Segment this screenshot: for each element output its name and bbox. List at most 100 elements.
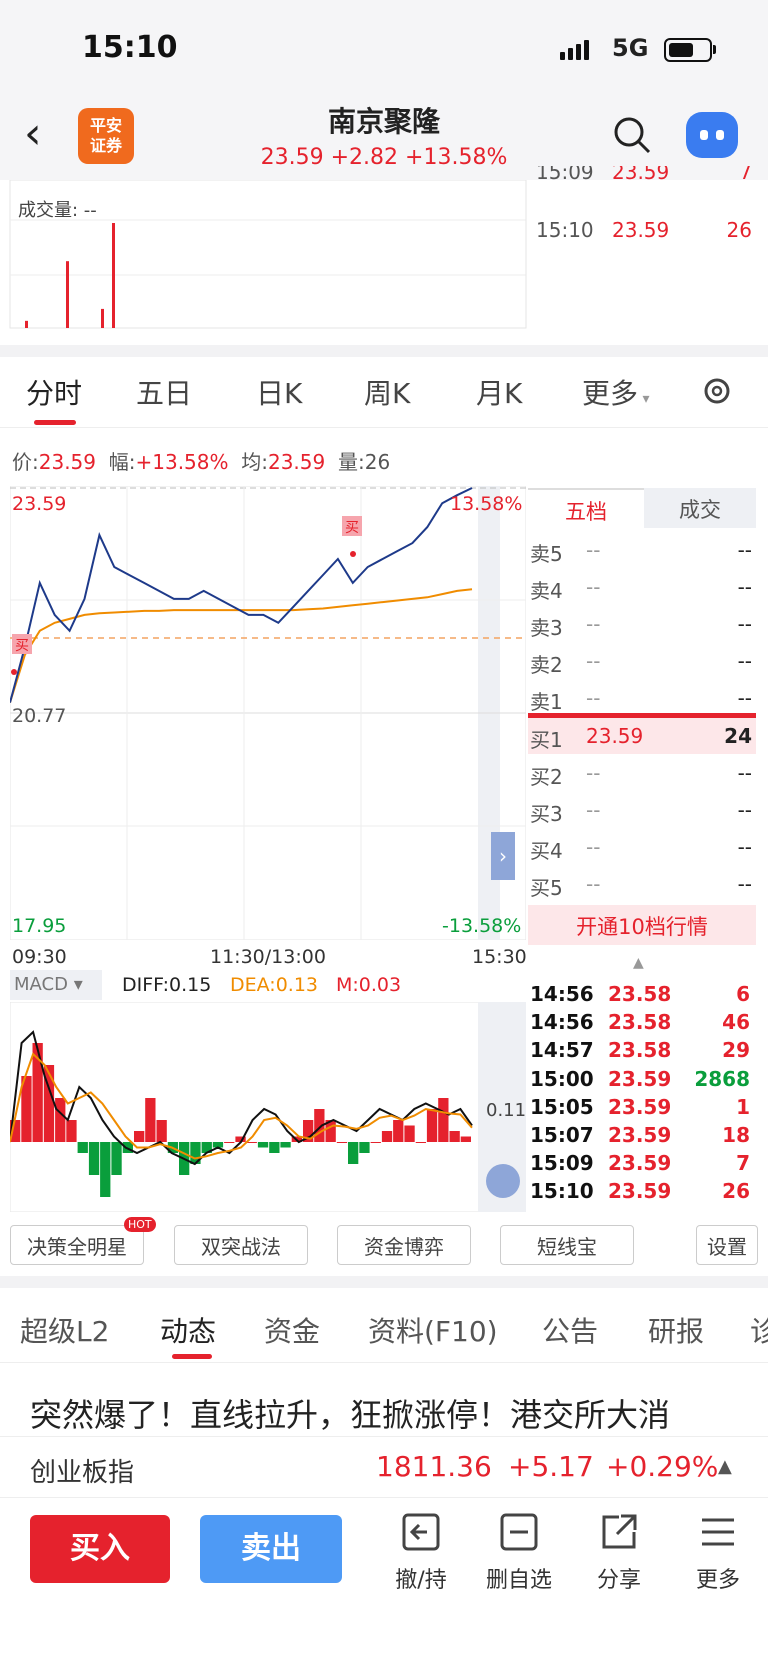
tab-chengjiao[interactable]: 成交 (644, 488, 756, 528)
bid-volume: -- (737, 798, 752, 822)
buy-button[interactable]: 买入 (30, 1515, 170, 1583)
tick-row: 15:09 23.59 7 (530, 1149, 756, 1177)
tab-zijin[interactable]: 资金 (264, 1310, 320, 1350)
index-name: 创业板指 (30, 1458, 135, 1488)
volume-bar (66, 261, 69, 328)
x-label-open: 09:30 (12, 946, 67, 968)
short-line-button[interactable]: 短线宝 (500, 1225, 634, 1265)
tick-row: 14:56 23.58 6 (530, 980, 756, 1008)
fullscreen-icon[interactable] (486, 1164, 520, 1198)
macd-histogram-bar (88, 1142, 100, 1175)
volume-panel (9, 180, 527, 329)
assistant-robot-icon[interactable] (686, 112, 738, 158)
sell-button[interactable]: 卖出 (200, 1515, 342, 1583)
tab-f10[interactable]: 资料(F10) (368, 1310, 498, 1350)
macd-histogram-bar (224, 1142, 235, 1143)
ask-label: 卖5 (530, 542, 563, 566)
tick-time: 15:10 (530, 1179, 594, 1204)
macd-histogram-bar (66, 1120, 77, 1142)
macd-histogram-bar (246, 1142, 257, 1143)
double-break-button[interactable]: 双突战法 (174, 1225, 308, 1265)
macd-histogram-bar (449, 1131, 460, 1142)
bid-label: 买3 (530, 802, 563, 826)
tick-time: 15:00 (530, 1066, 594, 1091)
macd-histogram-bar (269, 1142, 280, 1153)
tab-indicator (34, 420, 76, 425)
ask-label: 卖1 (530, 690, 563, 714)
tick-volume: 18 (722, 1123, 750, 1147)
tab-super-l2[interactable]: 超级L2 (20, 1310, 109, 1350)
price-info-line: 价:23.59 幅:+13.58% 均:23.59 量:26 (12, 450, 391, 474)
signal-icon (560, 40, 592, 60)
caret-up-icon[interactable]: ▲ (718, 1456, 732, 1477)
tab-yuek[interactable]: 月K (476, 372, 522, 412)
tab-gonggao[interactable]: 公告 (542, 1310, 598, 1350)
bid-label: 买2 (530, 765, 563, 789)
bid-row: 买1 23.59 24 (530, 716, 756, 753)
cancel-hold-button[interactable]: 撤/持 (386, 1512, 456, 1594)
tab-wudang[interactable]: 五档 (528, 488, 644, 528)
share-button[interactable]: 分享 (584, 1512, 654, 1594)
remove-watchlist-button[interactable]: 删自选 (484, 1512, 554, 1594)
index-value: 1811.36 (376, 1450, 492, 1483)
tab-more[interactable]: 更多 ▾ (582, 372, 650, 412)
macd-histogram-bar (348, 1142, 359, 1164)
open-l10-button[interactable]: 开通10档行情 (528, 905, 756, 945)
share-icon (602, 1514, 637, 1549)
tab-fenshi[interactable]: 分时 (26, 372, 82, 412)
ask-row: 卖2 -- -- (530, 641, 756, 678)
news-headline[interactable]: 突然爆了！直线拉升，狂掀涨停！港交所大消 (30, 1390, 750, 1436)
ask-volume: -- (737, 538, 752, 562)
tick-price: 23.58 (608, 982, 672, 1006)
battery-icon (664, 38, 712, 62)
expand-arrow-icon[interactable]: › (491, 832, 515, 880)
macd-histogram-bar (336, 1142, 348, 1143)
tool-settings-button[interactable]: 设置 (696, 1225, 758, 1265)
battery-cap (713, 45, 716, 54)
tab-zhen[interactable]: 诊 (750, 1310, 768, 1350)
pct-label-top: 13.58% (450, 493, 523, 515)
intraday-chart[interactable]: 买 买 (10, 486, 526, 940)
macd-histogram-bar (381, 1131, 393, 1142)
bid-label: 买1 (530, 728, 563, 752)
tick-volume: 26 (722, 1179, 750, 1204)
tick-price: 23.59 (608, 1123, 672, 1147)
tick-volume: 2868 (694, 1066, 750, 1091)
trade-row-partial: 15:09 23.59 7 (536, 166, 752, 184)
tab-dongtai[interactable]: 动态 (160, 1310, 216, 1350)
tab-wuri[interactable]: 五日 (136, 372, 192, 412)
macd-m: M:0.03 (336, 974, 402, 996)
capital-game-button[interactable]: 资金博弈 (337, 1225, 471, 1265)
macd-selector[interactable]: MACD ▾ (10, 970, 102, 1000)
ask-row: 卖3 -- -- (530, 604, 756, 641)
ask-volume: -- (737, 649, 752, 673)
macd-histogram-bar (111, 1142, 122, 1175)
decision-star-button[interactable]: 决策全明星 (10, 1225, 144, 1265)
tab-zhouk[interactable]: 周K (364, 372, 410, 412)
bid-price: -- (586, 761, 601, 785)
ask-volume: -- (737, 575, 752, 599)
more-button[interactable]: 更多 (683, 1512, 753, 1594)
feature-tab-indicator (172, 1354, 212, 1359)
ask-label: 卖3 (530, 616, 563, 640)
tick-time: 14:56 (530, 982, 594, 1006)
ask-label: 卖2 (530, 653, 563, 677)
search-icon[interactable] (612, 115, 652, 159)
tab-rik[interactable]: 日K (256, 372, 302, 412)
ask-price: -- (586, 686, 601, 710)
bid-volume: -- (737, 761, 752, 785)
bid-price: -- (586, 872, 601, 896)
bid-volume: -- (737, 872, 752, 896)
macd-histogram-bar (370, 1142, 381, 1143)
stock-title: 南京聚隆 (327, 105, 440, 138)
ask-volume: -- (737, 612, 752, 636)
tick-volume: 6 (736, 982, 750, 1006)
macd-histogram-bar (257, 1142, 269, 1148)
collapse-arrow-icon[interactable]: ▲ (633, 955, 644, 971)
tick-time: 15:09 (530, 1151, 594, 1176)
tick-volume: 1 (736, 1094, 750, 1119)
settings-gear-icon[interactable] (700, 374, 734, 412)
bid-volume: -- (737, 835, 752, 859)
x-label-mid: 11:30/13:00 (210, 946, 326, 968)
tab-yanbao[interactable]: 研报 (648, 1310, 704, 1350)
